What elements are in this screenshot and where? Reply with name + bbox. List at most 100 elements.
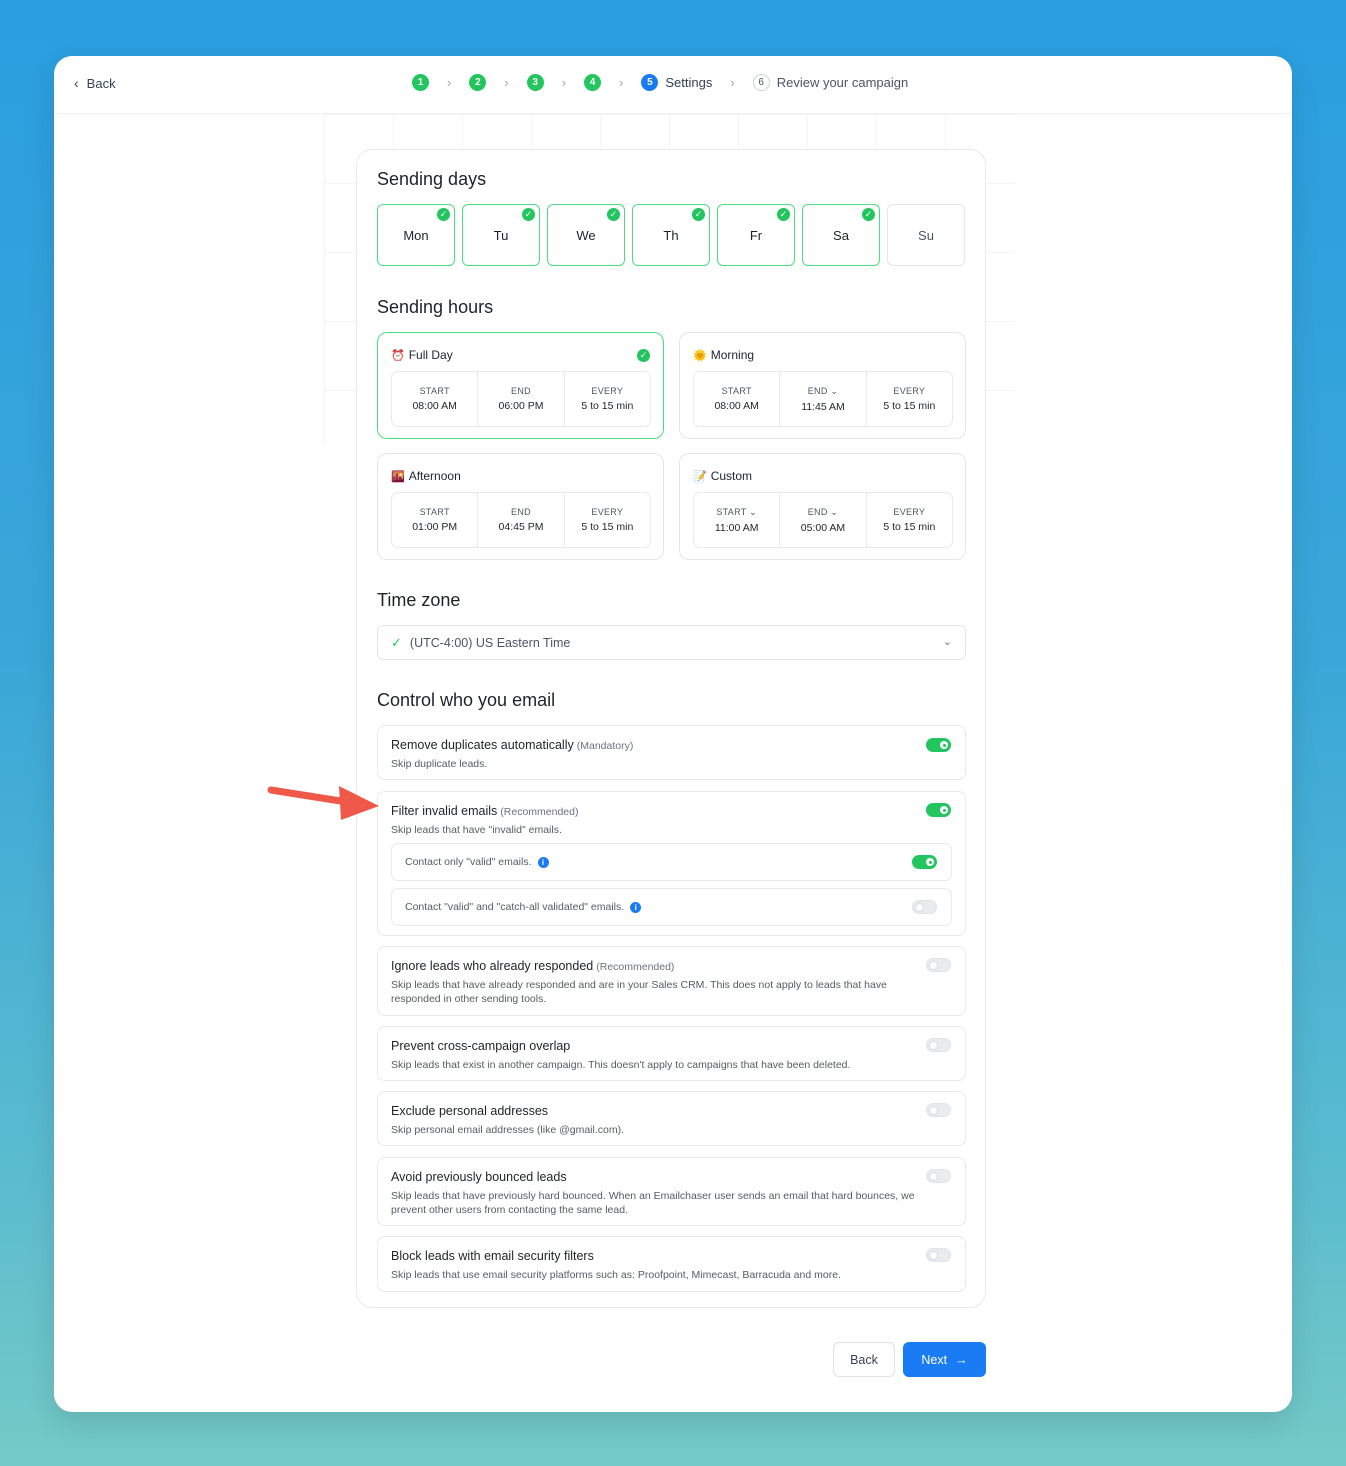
memo-icon: 📝 bbox=[693, 470, 707, 483]
every-value: 5 to 15 min bbox=[581, 521, 634, 533]
day-tu[interactable]: ✓ Tu bbox=[462, 204, 540, 266]
option-exclude-personal: Exclude personal addresses Skip personal… bbox=[377, 1091, 966, 1146]
end-value: 05:00 AM bbox=[800, 521, 846, 534]
step-1[interactable]: 1 bbox=[412, 74, 429, 91]
check-icon: ✓ bbox=[862, 208, 875, 221]
cross-campaign-toggle[interactable] bbox=[926, 1038, 951, 1052]
control-title: Control who you email bbox=[377, 690, 556, 710]
end-cell[interactable]: END ⌄ 11:45 AM bbox=[780, 372, 867, 426]
option-title: Remove duplicates automatically (Mandator… bbox=[391, 738, 633, 752]
top-bar: ‹ Back 1 › 2 › 3 › 4 › 5 Settings › 6 Re… bbox=[54, 56, 1292, 114]
option-title-text: Prevent cross-campaign overlap bbox=[391, 1039, 571, 1053]
hours-grid: START ⌄ 11:00 AM END ⌄ 05:00 AM EVERY 5 … bbox=[693, 492, 953, 548]
option-title: Prevent cross-campaign overlap bbox=[391, 1039, 570, 1053]
remove-duplicates-toggle[interactable] bbox=[926, 738, 951, 752]
sub-option-label: Contact "valid" and "catch-all validated… bbox=[405, 901, 625, 913]
hours-card-full-day[interactable]: ⏰ Full Day ✓ START 08:00 AM END 06:00 PM… bbox=[377, 332, 664, 439]
block-security-toggle[interactable] bbox=[926, 1248, 951, 1262]
option-block-security: Block leads with email security filters … bbox=[377, 1236, 966, 1292]
option-desc: Skip leads that use email security platf… bbox=[391, 1269, 841, 1281]
option-title-text: Avoid previously bounced leads bbox=[391, 1170, 567, 1184]
check-icon: ✓ bbox=[437, 208, 450, 221]
end-cell: END 04:45 PM bbox=[478, 493, 565, 547]
option-desc: Skip personal email addresses (like @gma… bbox=[391, 1124, 624, 1136]
filter-invalid-toggle[interactable] bbox=[926, 803, 951, 817]
annotation-arrow-icon bbox=[267, 786, 379, 820]
every-cell: EVERY 5 to 15 min bbox=[565, 493, 650, 547]
hours-card-morning[interactable]: 🌞 Morning START 08:00 AM END ⌄ 11:45 AM … bbox=[679, 332, 966, 439]
chevron-right-icon: › bbox=[447, 75, 452, 90]
end-cell[interactable]: END ⌄ 05:00 AM bbox=[780, 493, 867, 547]
end-cell: END 06:00 PM bbox=[478, 372, 565, 426]
day-label: Mon bbox=[403, 227, 429, 243]
step-5-settings[interactable]: 5 Settings bbox=[641, 74, 712, 91]
every-value: 5 to 15 min bbox=[883, 400, 936, 412]
day-fr[interactable]: ✓ Fr bbox=[717, 204, 795, 266]
step-label: Settings bbox=[665, 75, 713, 90]
day-sa[interactable]: ✓ Sa bbox=[802, 204, 880, 266]
option-ignore-responded: Ignore leads who already responded (Recom… bbox=[377, 946, 966, 1016]
ignore-responded-toggle[interactable] bbox=[926, 958, 951, 972]
end-value: 04:45 PM bbox=[498, 521, 544, 533]
info-icon[interactable]: i bbox=[537, 856, 549, 868]
info-icon[interactable]: i bbox=[630, 901, 642, 913]
sun-icon: 🌞 bbox=[693, 349, 707, 362]
app-window: ‹ Back 1 › 2 › 3 › 4 › 5 Settings › 6 Re… bbox=[54, 56, 1292, 1412]
step-2[interactable]: 2 bbox=[469, 74, 487, 91]
exclude-personal-toggle[interactable] bbox=[926, 1103, 951, 1117]
day-mon[interactable]: ✓ Mon bbox=[377, 204, 455, 266]
sub-option-label: Contact only "valid" emails. bbox=[405, 856, 532, 868]
day-th[interactable]: ✓ Th bbox=[632, 204, 710, 266]
sub-option-text: Contact "valid" and "catch-all validated… bbox=[405, 901, 642, 913]
step-3[interactable]: 3 bbox=[526, 74, 544, 91]
day-we[interactable]: ✓ We bbox=[547, 204, 625, 266]
check-icon: ✓ bbox=[522, 208, 535, 221]
option-title: Ignore leads who already responded (Recom… bbox=[391, 959, 674, 973]
option-filter-invalid: Filter invalid emails (Recommended) Skip … bbox=[377, 791, 966, 936]
top-back-link[interactable]: ‹ Back bbox=[74, 75, 116, 91]
day-label: Tu bbox=[493, 227, 509, 243]
check-icon: ✓ bbox=[692, 208, 705, 221]
end-label: END bbox=[511, 386, 531, 396]
check-icon: ✓ bbox=[391, 634, 402, 650]
chevron-down-icon: ⌄ bbox=[942, 636, 952, 648]
option-tag: (Recommended) bbox=[596, 961, 675, 973]
day-label: Sa bbox=[833, 227, 849, 243]
option-title-text: Filter invalid emails bbox=[391, 804, 498, 818]
option-tag: (Recommended) bbox=[500, 806, 579, 818]
end-value: 11:45 AM bbox=[801, 400, 845, 413]
hours-grid: START 08:00 AM END 06:00 PM EVERY 5 to 1… bbox=[391, 371, 651, 427]
hours-card-title: 🌞 Morning bbox=[693, 348, 754, 362]
step-6-review[interactable]: 6 Review your campaign bbox=[752, 74, 908, 91]
step-4[interactable]: 4 bbox=[584, 74, 602, 91]
hours-card-title: 📝 Custom bbox=[693, 469, 752, 483]
option-avoid-bounced: Avoid previously bounced leads Skip lead… bbox=[377, 1157, 966, 1226]
day-su[interactable]: Su bbox=[887, 204, 965, 266]
back-button[interactable]: Back bbox=[833, 1342, 895, 1377]
start-label: START bbox=[419, 507, 450, 517]
every-label: EVERY bbox=[591, 507, 624, 517]
sub-option-valid-only: Contact only "valid" emails. i bbox=[391, 843, 952, 881]
hours-card-name: Morning bbox=[710, 348, 755, 362]
next-label: Next bbox=[921, 1352, 948, 1367]
catch-all-toggle[interactable] bbox=[912, 900, 937, 914]
time-zone-select[interactable]: ✓ (UTC-4:00) US Eastern Time ⌄ bbox=[377, 625, 966, 660]
settings-panel: Sending days ✓ Mon ✓ Tu ✓ We ✓ Th ✓ Fr ✓… bbox=[356, 149, 986, 1308]
start-cell[interactable]: START ⌄ 11:00 AM bbox=[694, 493, 781, 547]
hours-card-afternoon[interactable]: 🌇 Afternoon START 01:00 PM END 04:45 PM … bbox=[377, 453, 664, 560]
hours-card-custom[interactable]: 📝 Custom START ⌄ 11:00 AM END ⌄ 05:00 AM… bbox=[679, 453, 966, 560]
start-value: 01:00 PM bbox=[412, 521, 458, 533]
days-row: ✓ Mon ✓ Tu ✓ We ✓ Th ✓ Fr ✓ Sa Su bbox=[377, 204, 965, 266]
option-title-text: Remove duplicates automatically bbox=[391, 738, 574, 752]
next-button[interactable]: Next → bbox=[903, 1342, 986, 1377]
end-label: END bbox=[511, 507, 531, 517]
day-label: Fr bbox=[749, 227, 763, 243]
valid-only-toggle[interactable] bbox=[912, 855, 937, 869]
start-label: START bbox=[721, 386, 752, 396]
every-cell: EVERY 5 to 15 min bbox=[867, 372, 952, 426]
every-cell: EVERY 5 to 15 min bbox=[565, 372, 650, 426]
avoid-bounced-toggle[interactable] bbox=[926, 1169, 951, 1183]
start-value: 08:00 AM bbox=[714, 400, 759, 412]
step-number: 3 bbox=[526, 74, 544, 91]
day-label: Th bbox=[663, 227, 679, 243]
